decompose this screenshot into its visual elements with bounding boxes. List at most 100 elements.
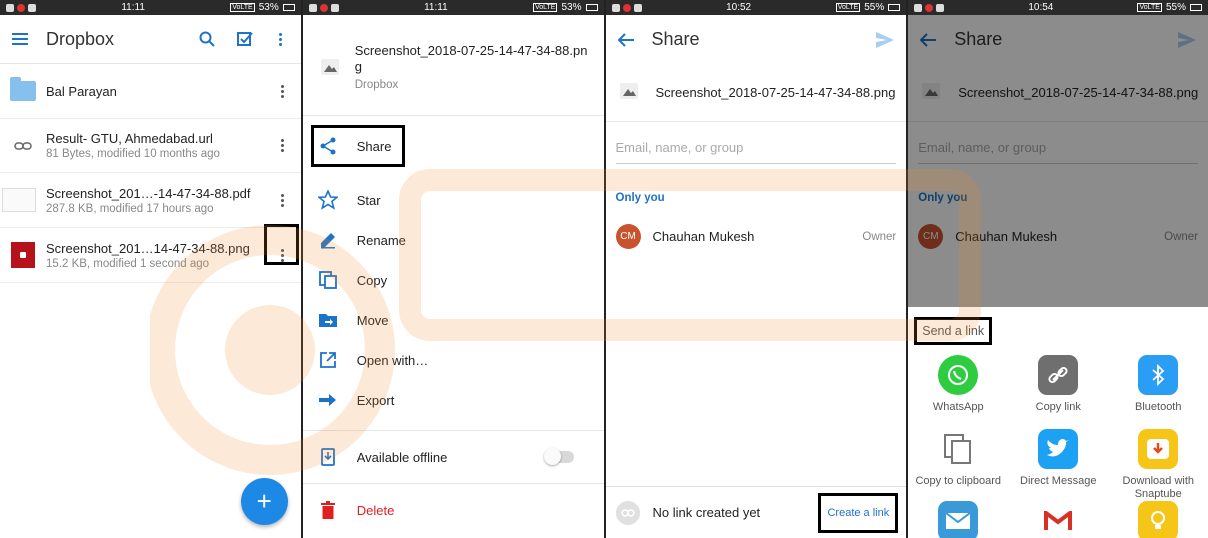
share-target-whatsapp[interactable]: WhatsApp <box>908 355 1008 414</box>
menu-file-location: Dropbox <box>354 78 399 91</box>
pencil-icon <box>317 229 339 251</box>
share-target-label: Copy to clipboard <box>915 475 1002 487</box>
battery-percent: 53% <box>561 2 582 13</box>
status-time: 10:52 <box>726 2 752 13</box>
whatsapp-status-icon <box>936 3 945 12</box>
dim-overlay[interactable] <box>908 15 1208 307</box>
page-title: Share <box>651 29 700 49</box>
volte-badge: VoLTE <box>835 3 861 12</box>
share-target-label: Direct Message <box>1020 475 1097 487</box>
copy-icon <box>317 269 339 291</box>
share-target-bulb-app[interactable] <box>1108 501 1208 538</box>
share-target-label: Download with Snaptube <box>1122 475 1195 501</box>
share-target-email[interactable] <box>908 501 1008 538</box>
menu-item-label: Rename <box>356 232 406 248</box>
clipboard-icon <box>938 429 979 469</box>
share-screen: 10:52 VoLTE 55% Share Screenshot_2018-07-… <box>605 0 907 538</box>
shared-file-row: Screenshot_2018-07-25-14-47-34-88.png <box>605 64 907 122</box>
gmail-icon <box>1038 501 1079 538</box>
more-options-icon[interactable] <box>275 190 291 210</box>
menu-item-delete[interactable]: Delete <box>303 484 604 536</box>
share-target-copy-clipboard[interactable]: Copy to clipboard <box>908 429 1008 488</box>
back-arrow-icon[interactable] <box>617 32 634 47</box>
menu-item-share[interactable]: Share <box>303 125 604 167</box>
link-icon <box>1038 355 1079 395</box>
menu-header: Screenshot_2018-07-25-14-47-34-88.png Dr… <box>303 15 604 115</box>
share-target-label: Copy link <box>1035 401 1081 413</box>
screenshot-collage: 11:11 VoLTE 53% Dropbox Bal Parayan Resu… <box>0 0 1208 538</box>
access-label: Only you <box>615 192 665 204</box>
status-bar: 11:11 VoLTE 53% <box>0 0 301 15</box>
battery-icon <box>282 4 295 11</box>
member-name: Chauhan Mukesh <box>652 229 755 244</box>
send-icon[interactable] <box>876 31 895 48</box>
offline-label: Available offline <box>356 449 448 465</box>
menu-item-move[interactable]: Move <box>303 300 604 340</box>
menu-item-copy[interactable]: Copy <box>303 260 604 300</box>
bluetooth-icon <box>1138 355 1179 395</box>
list-item[interactable]: Screenshot_201…-14-47-34-88.pdf 287.8 KB… <box>0 173 301 228</box>
file-meta: 81 Bytes, modified 10 months ago <box>46 148 220 160</box>
sheet-title: Send a link <box>914 317 993 345</box>
share-target-copy-link[interactable]: Copy link <box>1008 355 1108 414</box>
star-icon <box>317 189 339 211</box>
battery-percent: 55% <box>864 2 885 13</box>
menu-item-label: Export <box>356 392 395 408</box>
menu-item-label: Copy <box>356 272 388 288</box>
jio-icon <box>925 3 934 12</box>
menu-item-label: Star <box>356 192 381 208</box>
highlight-box <box>263 224 299 265</box>
add-fab-button[interactable]: + <box>240 478 288 525</box>
menu-item-label: Open with… <box>356 352 429 368</box>
share-target-bluetooth[interactable]: Bluetooth <box>1108 355 1208 414</box>
battery-percent: 55% <box>1165 2 1186 13</box>
app-bar: Share <box>606 15 907 64</box>
link-status: No link created yet <box>652 505 761 520</box>
overflow-icon[interactable] <box>273 29 289 49</box>
sim-icon <box>6 3 14 12</box>
share-target-gmail[interactable] <box>1008 501 1108 538</box>
menu-item-rename[interactable]: Rename <box>303 220 604 260</box>
select-icon[interactable] <box>236 31 253 47</box>
menu-item-star[interactable]: Star <box>303 180 604 220</box>
menu-icon[interactable] <box>12 32 28 46</box>
page-title: Dropbox <box>46 28 115 49</box>
menu-file-name: Screenshot_2018-07-25-14-47-34-88.png <box>354 43 588 75</box>
send-link-sheet: Send a link WhatsApp Copy link Bluetooth <box>908 307 1208 538</box>
image-file-icon <box>619 83 642 102</box>
more-options-icon[interactable] <box>275 136 291 156</box>
export-arrow-icon <box>317 389 339 411</box>
share-target-direct-message[interactable]: Direct Message <box>1008 429 1108 488</box>
search-icon[interactable] <box>199 31 215 47</box>
offline-toggle[interactable] <box>543 448 574 465</box>
menu-item-open-with[interactable]: Open with… <box>303 340 604 380</box>
whatsapp-icon <box>938 355 979 395</box>
share-target-snaptube[interactable]: Download with Snaptube <box>1108 429 1208 501</box>
file-meta: 287.8 KB, modified 17 hours ago <box>46 202 214 215</box>
menu-item-available-offline[interactable]: Available offline <box>303 431 604 483</box>
more-options-icon[interactable] <box>275 81 291 101</box>
trash-icon <box>317 499 339 521</box>
file-meta: 15.2 KB, modified 1 second ago <box>46 257 210 270</box>
create-link-button[interactable]: Create a link <box>818 492 899 533</box>
list-item[interactable]: Result- GTU, Ahmedabad.url 81 Bytes, mod… <box>0 119 301 173</box>
volte-badge: VoLTE <box>230 3 255 12</box>
bulb-icon <box>1138 501 1179 538</box>
battery-percent: 53% <box>258 2 279 13</box>
delete-label: Delete <box>356 502 395 518</box>
menu-item-label: Move <box>356 312 389 328</box>
avatar: CM <box>615 224 641 249</box>
list-item[interactable]: Bal Parayan <box>0 64 301 119</box>
status-time: 10:54 <box>1028 2 1054 13</box>
battery-icon <box>1189 4 1202 11</box>
link-bar: No link created yet Create a link <box>605 486 907 538</box>
jio-icon <box>622 3 631 12</box>
image-thumbnail-icon <box>10 242 36 268</box>
file-name: Bal Parayan <box>46 83 117 99</box>
sim-icon <box>914 3 923 12</box>
list-item[interactable]: Screenshot_201…14-47-34-88.png 15.2 KB, … <box>0 224 301 283</box>
battery-icon <box>888 4 901 11</box>
volte-badge: VoLTE <box>532 3 558 12</box>
menu-item-export[interactable]: Export <box>303 380 604 420</box>
email-field[interactable]: Email, name, or group <box>615 140 897 164</box>
